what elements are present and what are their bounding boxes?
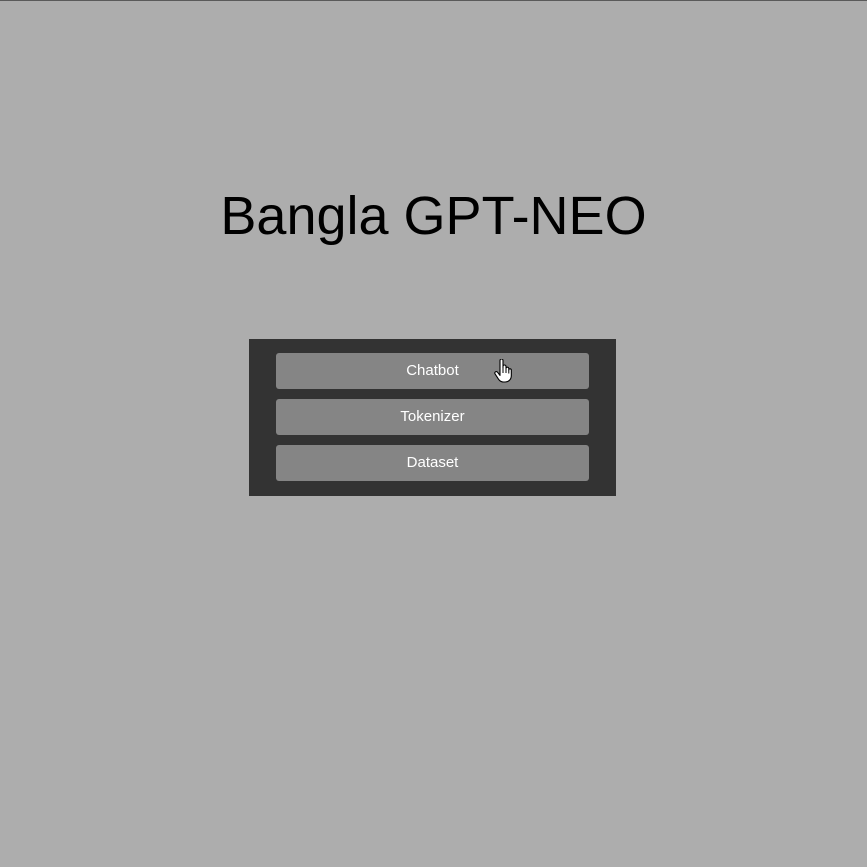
nav-panel: Chatbot Tokenizer Dataset — [249, 339, 616, 496]
chatbot-button[interactable]: Chatbot — [276, 353, 589, 389]
hand-pointer-icon — [494, 359, 512, 383]
tokenizer-button[interactable]: Tokenizer — [276, 399, 589, 435]
page-title: Bangla GPT-NEO — [220, 186, 647, 246]
dataset-button[interactable]: Dataset — [276, 445, 589, 481]
top-border — [0, 0, 867, 1]
